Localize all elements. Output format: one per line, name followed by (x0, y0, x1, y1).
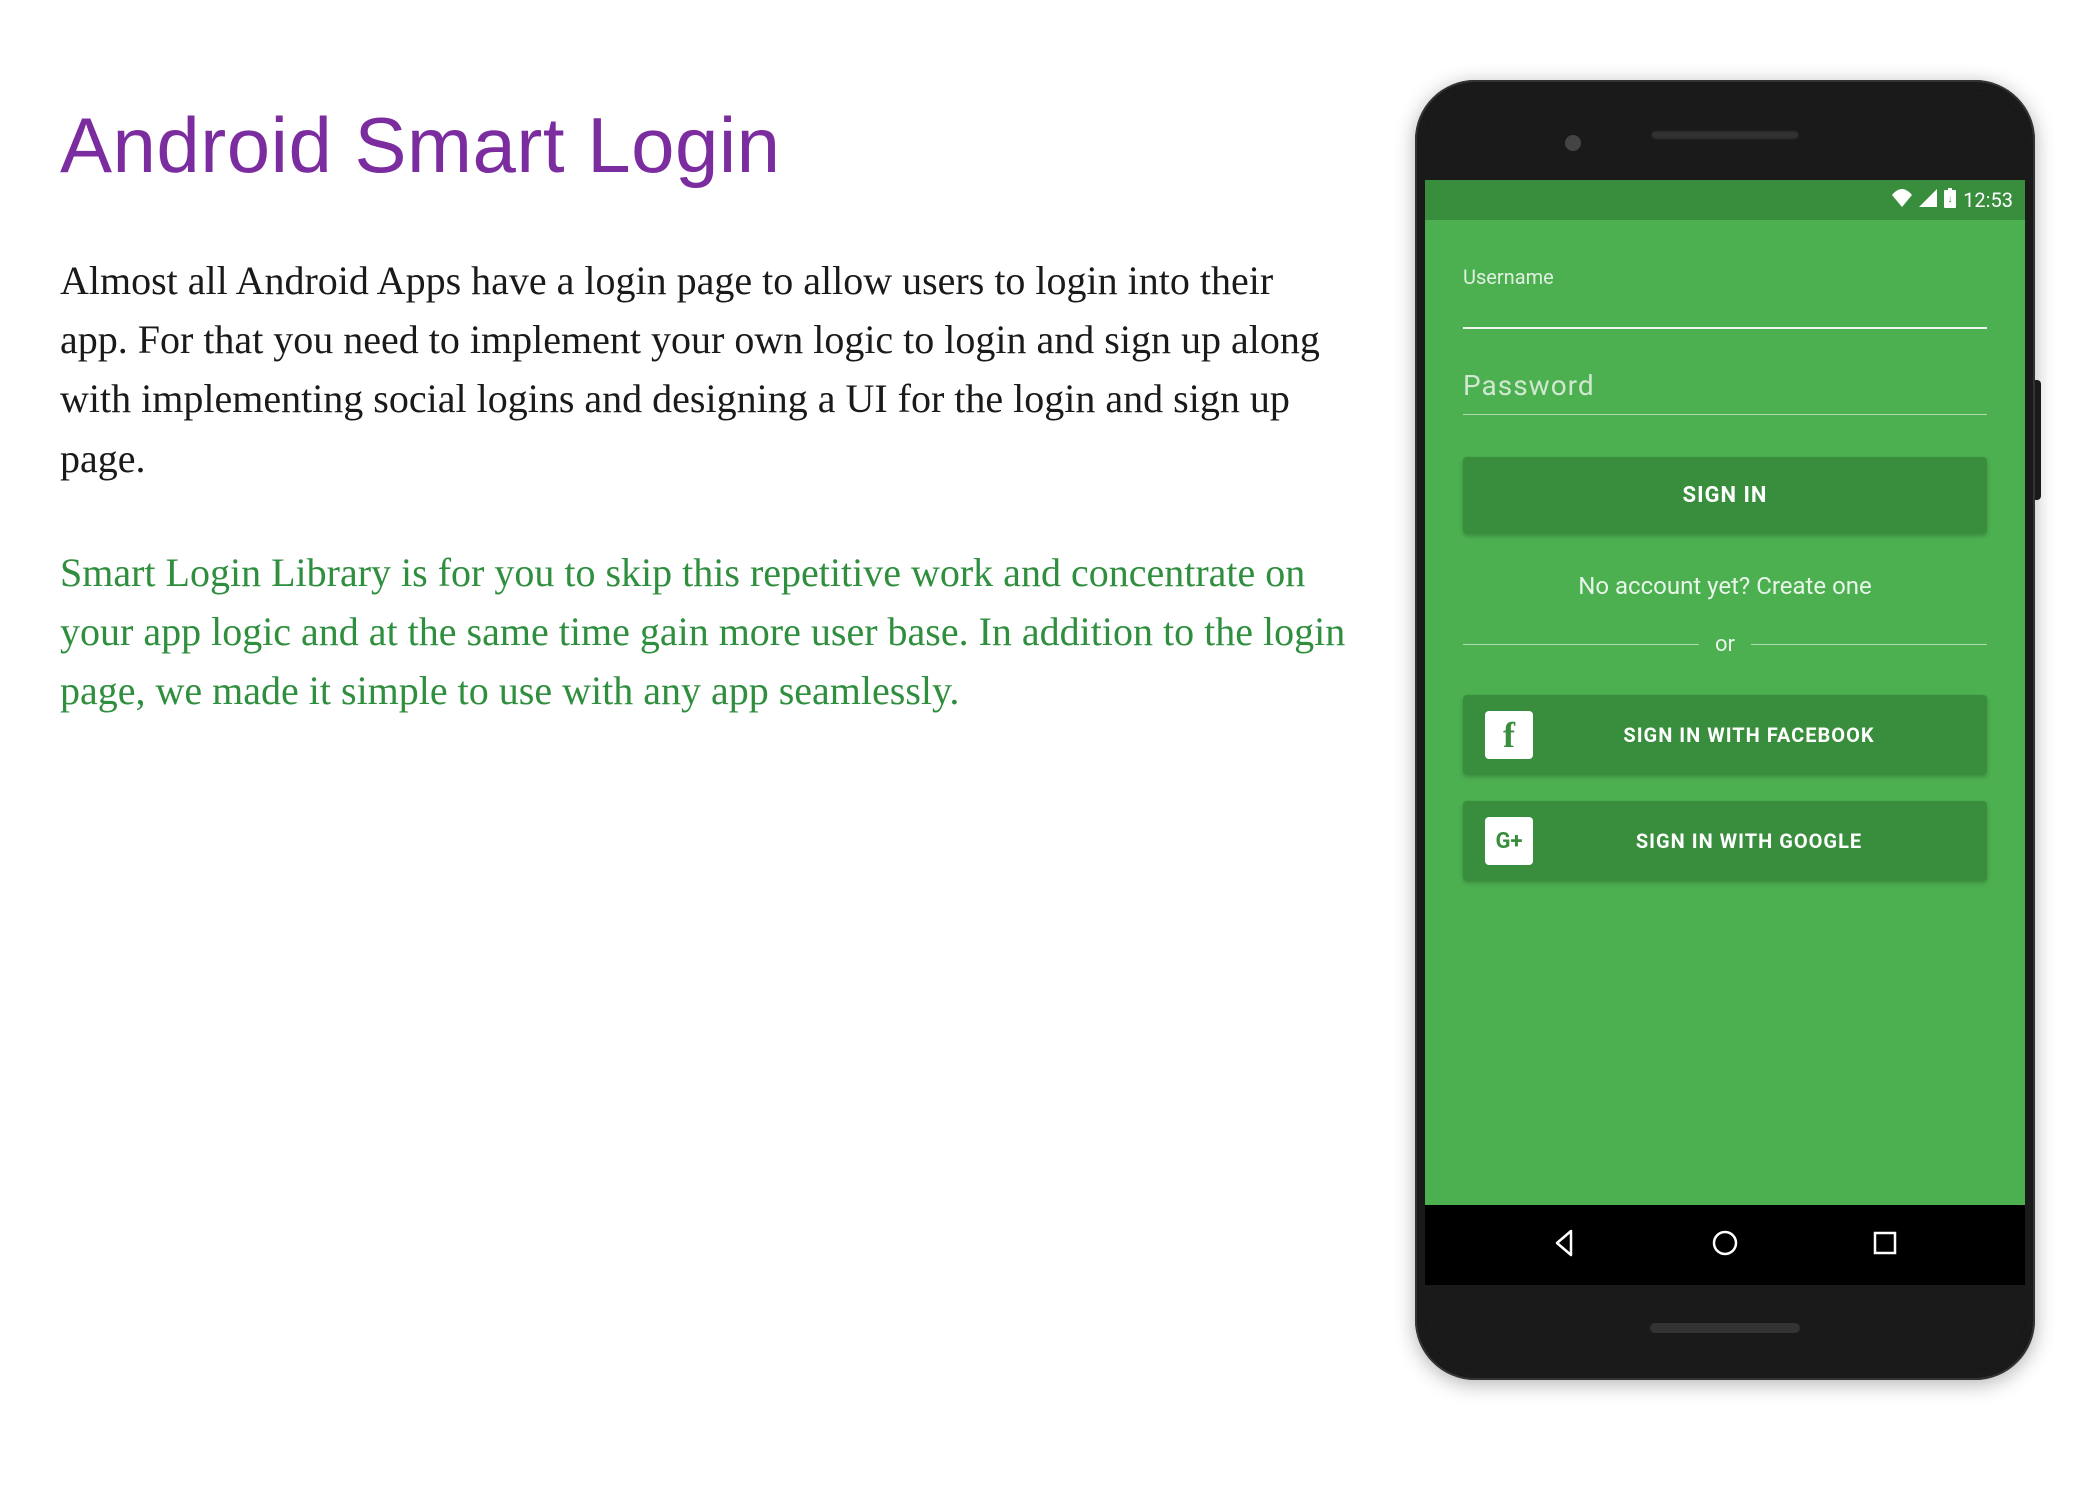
phone-camera-dot (1565, 135, 1581, 151)
intro-paragraph: Almost all Android Apps have a login pag… (60, 251, 1350, 488)
username-label: Username (1463, 265, 1987, 289)
highlight-paragraph: Smart Login Library is for you to skip t… (60, 543, 1350, 721)
phone-earpiece-speaker (1650, 130, 1800, 140)
google-sign-in-button[interactable]: G+ SIGN IN WITH GOOGLE (1463, 801, 1987, 881)
facebook-icon: f (1485, 711, 1533, 759)
home-nav-button[interactable] (1709, 1227, 1741, 1264)
page-title: Android Smart Login (60, 100, 1350, 191)
facebook-sign-in-button[interactable]: f SIGN IN WITH FACEBOOK (1463, 695, 1987, 775)
phone-bottom-speaker (1650, 1323, 1800, 1333)
facebook-button-label: SIGN IN WITH FACEBOOK (1533, 723, 1965, 747)
or-divider: or (1463, 632, 1987, 657)
android-nav-bar (1425, 1205, 2025, 1285)
description-pane: Android Smart Login Almost all Android A… (60, 80, 1410, 1420)
or-divider-text: or (1715, 632, 1735, 657)
wifi-icon (1891, 188, 1913, 212)
sign-in-button-label: SIGN IN (1683, 483, 1768, 508)
phone-frame: ↓ 12:53 Username Password SIGN IN No acc… (1415, 80, 2035, 1380)
username-input[interactable] (1463, 327, 1987, 369)
phone-side-button (2035, 380, 2041, 500)
svg-text:↓: ↓ (1948, 194, 1953, 205)
battery-icon: ↓ (1943, 188, 1957, 213)
phone-top-hardware (1425, 90, 2025, 180)
back-nav-button[interactable] (1549, 1227, 1581, 1264)
google-button-label: SIGN IN WITH GOOGLE (1533, 829, 1965, 853)
create-account-link[interactable]: No account yet? Create one (1463, 572, 1987, 600)
recents-nav-button[interactable] (1869, 1227, 1901, 1264)
password-input[interactable]: Password (1463, 369, 1987, 415)
cell-signal-icon (1919, 188, 1937, 212)
google-plus-icon: G+ (1485, 817, 1533, 865)
sign-in-button[interactable]: SIGN IN (1463, 457, 1987, 534)
device-preview-pane: ↓ 12:53 Username Password SIGN IN No acc… (1410, 80, 2040, 1420)
android-status-bar: ↓ 12:53 (1425, 180, 2025, 220)
phone-bottom-hardware (1425, 1285, 2025, 1370)
phone-screen: ↓ 12:53 Username Password SIGN IN No acc… (1425, 180, 2025, 1285)
status-time: 12:53 (1963, 188, 2013, 212)
login-screen-content: Username Password SIGN IN No account yet… (1425, 220, 2025, 1205)
